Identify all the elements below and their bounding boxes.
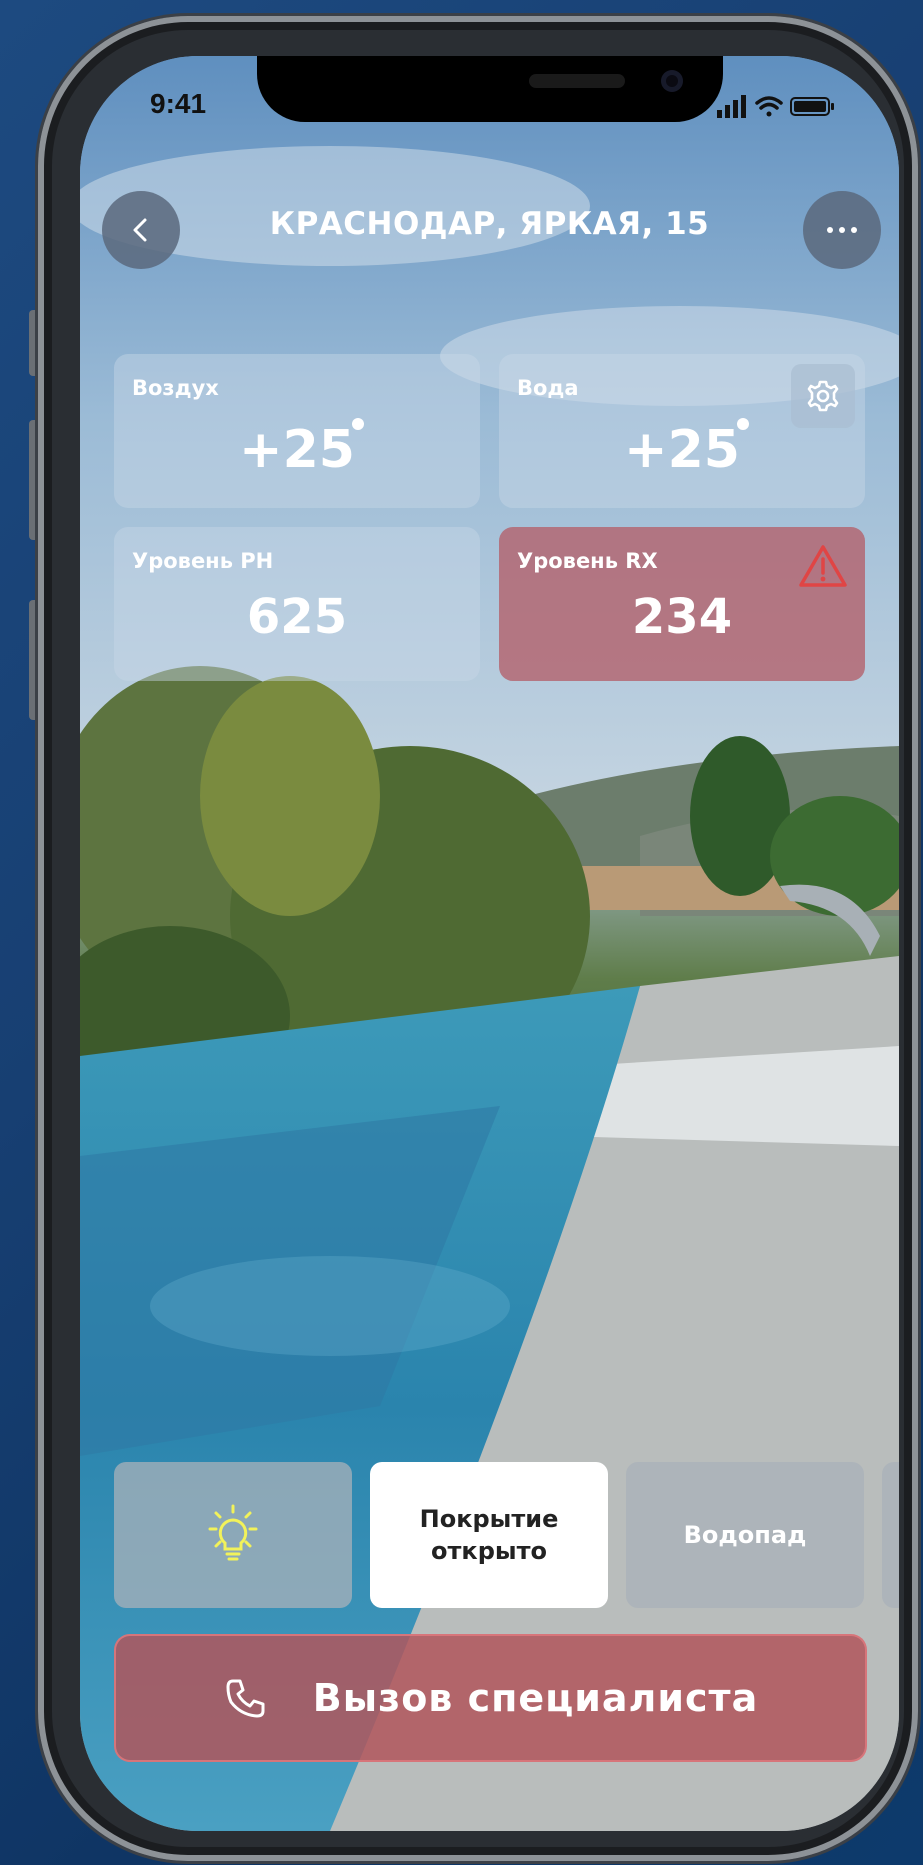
notch xyxy=(257,56,723,122)
front-camera xyxy=(661,70,683,92)
light-toggle[interactable] xyxy=(114,1462,352,1608)
card-value: 234 xyxy=(631,589,733,645)
next-control-tile[interactable] xyxy=(882,1462,899,1608)
phone-icon xyxy=(226,1679,265,1718)
air-temperature-card[interactable]: Воздух +25 xyxy=(114,354,480,508)
cellular-signal-icon xyxy=(717,95,746,118)
light-bulb-icon xyxy=(208,1504,258,1561)
card-label: Вода xyxy=(517,376,579,400)
app-screen: 9:41 КРАСНОДАР, ЯРКАЯ, 15 Воздух +25 Вод… xyxy=(80,56,899,1831)
wifi-icon xyxy=(755,96,783,117)
water-settings-button[interactable] xyxy=(791,364,855,428)
ph-level-card[interactable]: Уровень PH 625 xyxy=(114,527,480,681)
waterfall-toggle[interactable]: Водопад xyxy=(626,1462,864,1608)
card-value: +25 xyxy=(239,420,355,480)
gear-icon xyxy=(807,380,839,412)
call-specialist-label: Вызов специалиста xyxy=(312,1676,759,1720)
degree-symbol xyxy=(352,418,364,430)
degree-symbol xyxy=(737,418,749,430)
cover-toggle[interactable]: Покрытие открыто xyxy=(370,1462,608,1608)
cover-toggle-label: Покрытие открыто xyxy=(419,1504,559,1565)
status-icons xyxy=(717,95,834,118)
ellipsis-icon xyxy=(827,227,857,233)
more-button[interactable] xyxy=(803,191,881,269)
call-specialist-button[interactable]: Вызов специалиста xyxy=(114,1634,867,1762)
rx-level-card[interactable]: Уровень RX 234 xyxy=(499,527,865,681)
card-label: Воздух xyxy=(132,376,219,400)
waterfall-toggle-label: Водопад xyxy=(683,1520,807,1549)
card-value: 625 xyxy=(246,589,348,645)
status-time: 9:41 xyxy=(150,88,207,119)
speaker-grille xyxy=(529,74,625,88)
warning-triangle-icon xyxy=(799,545,847,587)
water-temperature-card[interactable]: Вода +25 xyxy=(499,354,865,508)
battery-icon xyxy=(790,97,834,116)
card-value: +25 xyxy=(624,420,740,480)
page-title: КРАСНОДАР, ЯРКАЯ, 15 xyxy=(269,206,710,242)
card-label: Уровень PH xyxy=(132,549,274,573)
card-label: Уровень RX xyxy=(517,549,658,573)
